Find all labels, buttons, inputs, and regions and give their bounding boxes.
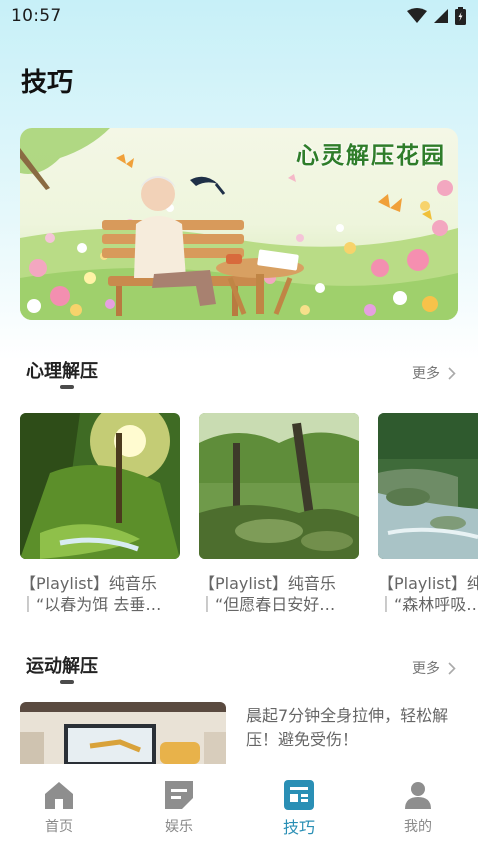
- playlist-thumbnail: [20, 413, 180, 559]
- playlist-title: 【Playlist】纯音乐: [378, 574, 478, 593]
- banner[interactable]: 心灵解压花园: [20, 128, 458, 320]
- section-title-psych: 心理解压: [26, 361, 98, 382]
- section-header-psych: 心理解压 更多: [0, 357, 478, 393]
- playlist-card[interactable]: 【Playlist】纯音乐 ｜“以春为饵 去垂…: [20, 413, 180, 615]
- more-link-psych[interactable]: 更多: [412, 363, 456, 383]
- wifi-icon: [407, 8, 427, 23]
- playlist-thumbnail: [378, 413, 478, 559]
- chevron-right-icon: [448, 661, 456, 675]
- home-icon: [45, 782, 73, 809]
- nav-item-profile[interactable]: 我的: [378, 778, 458, 836]
- signal-icon: [434, 9, 448, 23]
- more-label: 更多: [412, 661, 440, 677]
- nav-item-entertainment[interactable]: 娱乐: [139, 778, 219, 836]
- more-label: 更多: [412, 366, 440, 382]
- section-underline: [60, 680, 74, 684]
- playlist-subtitle: ｜“森林呼吸…: [378, 595, 478, 614]
- exercise-title: 晨起7分钟全身拉伸，轻松解压！避免受伤！: [246, 706, 449, 749]
- nav-label-home: 首页: [45, 819, 73, 835]
- banner-title: 心灵解压花园: [296, 143, 446, 169]
- status-time: 10:57: [11, 6, 62, 26]
- chevron-right-icon: [448, 366, 456, 380]
- exercise-item[interactable]: 晨起7分钟全身拉伸，轻松解压！避免受伤！: [20, 702, 458, 764]
- exercise-thumbnail: [20, 702, 226, 764]
- page-title: 技巧: [21, 68, 74, 98]
- section-header-sport: 运动解压 更多: [0, 652, 478, 688]
- nav-item-home[interactable]: 首页: [19, 778, 99, 836]
- nav-label-profile: 我的: [404, 819, 432, 835]
- nav-label-entertainment: 娱乐: [165, 819, 193, 835]
- profile-icon: [405, 782, 431, 809]
- nav-label-tips: 技巧: [282, 818, 315, 837]
- status-bar: 10:57: [0, 0, 478, 34]
- more-link-sport[interactable]: 更多: [412, 658, 456, 678]
- entertainment-icon: [165, 781, 193, 809]
- bottom-nav: 首页 娱乐 技巧 我的: [0, 764, 478, 850]
- tips-icon: [284, 780, 314, 810]
- playlist-card[interactable]: 【Playlist】纯音乐 ｜“但愿春日安好…: [199, 413, 359, 615]
- section-title-sport: 运动解压: [26, 656, 98, 677]
- battery-icon: [455, 7, 466, 25]
- status-icons: [407, 7, 466, 25]
- nav-item-tips[interactable]: 技巧: [259, 778, 339, 838]
- playlist-title: 【Playlist】纯音乐: [199, 574, 336, 593]
- playlist-subtitle: ｜“但愿春日安好…: [199, 595, 336, 614]
- playlist-row: 【Playlist】纯音乐 ｜“以春为饵 去垂… 【Playlist】纯音乐 ｜…: [20, 413, 478, 623]
- playlist-card[interactable]: 【Playlist】纯音乐 ｜“森林呼吸…: [378, 413, 478, 615]
- playlist-thumbnail: [199, 413, 359, 559]
- playlist-subtitle: ｜“以春为饵 去垂…: [20, 595, 162, 614]
- playlist-title: 【Playlist】纯音乐: [20, 574, 157, 593]
- section-underline: [60, 385, 74, 389]
